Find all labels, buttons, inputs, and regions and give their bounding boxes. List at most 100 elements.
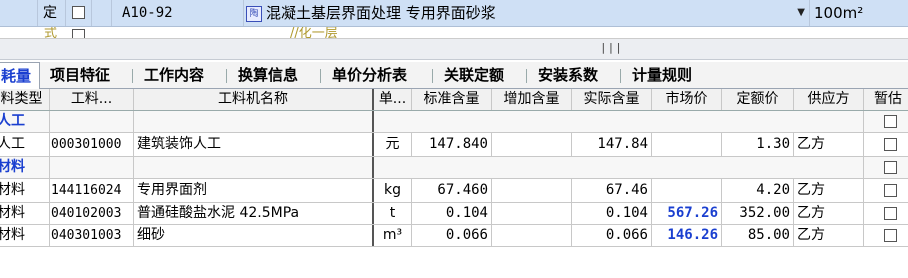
provisional-cell[interactable] [864,225,908,246]
next-row-status: 式 [44,27,58,39]
cell-unit[interactable]: t [374,203,412,224]
cell-unit[interactable]: m³ [374,225,412,246]
cell-type: 材料 [0,203,50,224]
cell-unit[interactable]: kg [374,179,412,202]
cell-market-price[interactable]: 567.26 [652,203,722,224]
cell-name[interactable]: 建筑装饰人工 [134,133,374,156]
pane-splitter[interactable]: ||| [0,39,908,60]
table-row[interactable]: 材料 040301003 细砂 m³ 0.066 0.066 146.26 85… [0,225,908,247]
tab-install-coefficient[interactable]: 安装系数 [538,62,598,89]
col-header-market-price[interactable]: 市场价 [652,89,722,110]
cell-actual-qty[interactable]: 0.104 [572,203,652,224]
provisional-checkbox[interactable] [884,229,897,242]
cell-market-price[interactable]: 146.26 [652,225,722,246]
cell-add-qty[interactable] [492,179,572,202]
tab-work-content[interactable]: 工作内容 [144,62,204,89]
cell-add-qty[interactable] [492,225,572,246]
tab-separator [132,69,133,83]
tab-conversion-info[interactable]: 换算信息 [238,62,298,89]
provisional-checkbox[interactable] [884,115,897,128]
cell-std-qty[interactable]: 147.840 [412,133,492,156]
cell-empty [134,111,374,132]
provisional-cell[interactable] [864,111,908,132]
cell-empty [134,157,374,178]
col-header-actual-qty[interactable]: 实际含量 [572,89,652,110]
cell-name[interactable]: 专用界面剂 [134,179,374,202]
tab-related-quota[interactable]: 关联定额 [444,62,504,89]
row-checkbox[interactable] [72,6,85,19]
provisional-checkbox[interactable] [884,138,897,151]
col-header-supplier[interactable]: 供应方 [794,89,864,110]
provisional-checkbox[interactable] [884,207,897,220]
splitter-grip-icon[interactable]: ||| [600,41,623,54]
cell-actual-qty[interactable]: 147.84 [572,133,652,156]
col-header-code[interactable]: 工料... [50,89,134,110]
col-header-std-qty[interactable]: 标准含量 [412,89,492,110]
tab-unit-price-analysis[interactable]: 单价分析表 [332,62,407,89]
table-row[interactable]: 人工 000301000 建筑装饰人工 元 147.840 147.84 1.3… [0,133,908,157]
cell-name[interactable]: 普通硅酸盐水泥 42.5MPa [134,203,374,224]
provisional-cell[interactable] [864,133,908,156]
tab-consumption[interactable]: 耗量 [0,62,40,90]
row-checkbox-cell[interactable] [66,0,92,26]
cell-add-qty[interactable] [492,133,572,156]
cell-supplier[interactable]: 乙方 [794,133,864,156]
next-row-name: //化一层 [290,27,338,39]
cell-supplier[interactable]: 乙方 [794,179,864,202]
provisional-checkbox[interactable] [884,161,897,174]
group-label: 材料 [0,157,50,178]
cell-supplier[interactable]: 乙方 [794,203,864,224]
provisional-checkbox[interactable] [884,184,897,197]
cell-code[interactable]: 000301000 [50,133,134,156]
cell-code[interactable]: 040301003 [50,225,134,246]
cell-quota-price[interactable]: 352.00 [722,203,794,224]
provisional-cell[interactable] [864,179,908,202]
table-row[interactable]: 材料 040102003 普通硅酸盐水泥 42.5MPa t 0.104 0.1… [0,203,908,225]
cell-empty [374,157,864,178]
cell-actual-qty[interactable]: 67.46 [572,179,652,202]
selected-quota-row[interactable]: 定 A10-92 陶混凝土基层界面处理 专用界面砂浆 ▼ 100m² [0,0,908,27]
table-row[interactable]: 材料 [0,157,908,179]
cell-code[interactable]: 144116024 [50,179,134,202]
col-header-quota-price[interactable]: 定额价 [722,89,794,110]
cell-name[interactable]: 细砂 [134,225,374,246]
cell-quota-price[interactable]: 85.00 [722,225,794,246]
quota-name-cell[interactable]: 陶混凝土基层界面处理 专用界面砂浆 ▼ [244,0,810,26]
provisional-cell[interactable] [864,157,908,178]
cell-supplier[interactable]: 乙方 [794,225,864,246]
tab-item-features[interactable]: 项目特征 [50,62,110,89]
quota-quantity[interactable]: 100m² [810,0,908,26]
cell-quota-price[interactable]: 4.20 [722,179,794,202]
col-header-name[interactable]: 工料机名称 [134,89,374,110]
cell-unit[interactable]: 元 [374,133,412,156]
tab-separator [320,69,321,83]
cell-actual-qty[interactable]: 0.066 [572,225,652,246]
cell-std-qty[interactable]: 67.460 [412,179,492,202]
cell-empty [50,157,134,178]
cell-market-price[interactable] [652,133,722,156]
next-row-partial[interactable]: 式 //化一层 [0,27,908,39]
next-row-checkbox[interactable] [72,29,85,38]
table-row[interactable]: 材料 144116024 专用界面剂 kg 67.460 67.46 4.20 … [0,179,908,203]
row-status: 定 [38,0,66,26]
cell-add-qty[interactable] [492,203,572,224]
cell-std-qty[interactable]: 0.066 [412,225,492,246]
col-header-add-qty[interactable]: 增加含量 [492,89,572,110]
cell-code[interactable]: 040102003 [50,203,134,224]
col-header-unit[interactable]: 单... [374,89,412,110]
table-row[interactable]: 人工 [0,111,908,133]
cell-quota-price[interactable]: 1.30 [722,133,794,156]
col-header-type[interactable]: 料类型 [0,89,50,110]
cell-market-price[interactable] [652,179,722,202]
tab-separator [526,69,527,83]
col-header-provisional[interactable]: 暂估 [864,89,908,110]
tab-separator [620,69,621,83]
provisional-cell[interactable] [864,203,908,224]
tab-measurement-rules[interactable]: 计量规则 [632,62,692,89]
tab-separator [226,69,227,83]
quota-code[interactable]: A10-92 [112,0,244,26]
cell-std-qty[interactable]: 0.104 [412,203,492,224]
cell-type: 人工 [0,133,50,156]
triangle-down-icon[interactable]: ▼ [797,0,805,26]
spacer [92,0,112,26]
